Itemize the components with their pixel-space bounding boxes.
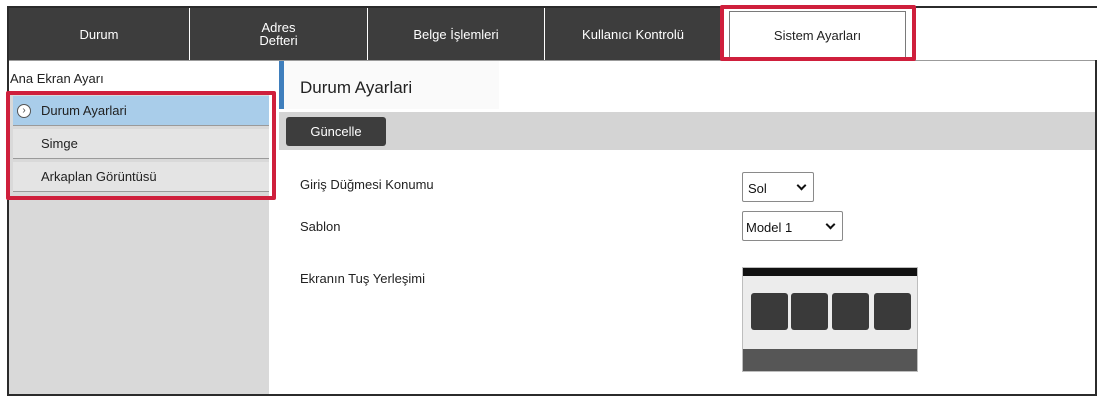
chevron-right-circle-icon: › xyxy=(17,103,31,118)
update-button[interactable]: Güncelle xyxy=(286,117,386,146)
field-label-key-layout: Ekranın Tuş Yerleşimi xyxy=(300,271,426,286)
tab-label: Belge İşlemleri xyxy=(413,26,499,42)
field-label-template: Sablon xyxy=(300,219,341,234)
tab-label: Kullanıcı Kontrolü xyxy=(582,26,684,42)
key-layout-preview xyxy=(742,267,918,372)
preview-key xyxy=(751,293,788,330)
tab-label: Durum xyxy=(79,26,119,42)
tab-belge-islemleri[interactable]: Belge İşlemleri xyxy=(368,8,545,60)
preview-bottom-bar xyxy=(743,349,917,371)
sidebar-heading: Ana Ekran Ayarı xyxy=(9,61,269,91)
page-title: Durum Ayarlari xyxy=(300,78,413,97)
page-title-strip: Durum Ayarlari xyxy=(279,61,499,109)
sidebar-item-arkaplan[interactable]: Arkaplan Görüntüsü xyxy=(13,162,269,192)
sidebar-item-durum-ayarlari[interactable]: › Durum Ayarlari xyxy=(13,96,269,126)
sidebar-item-label: Arkaplan Görüntüsü xyxy=(41,169,157,184)
chevron-down-icon xyxy=(796,180,807,191)
chevron-down-icon xyxy=(825,219,836,230)
preview-key xyxy=(791,293,828,330)
sidebar-item-simge[interactable]: Simge xyxy=(13,129,269,159)
entry-position-select[interactable]: Sol xyxy=(742,172,814,202)
preview-key xyxy=(874,293,911,330)
preview-top-bar xyxy=(743,268,917,276)
sidebar-item-label: Durum Ayarlari xyxy=(41,103,127,118)
sidebar: Ana Ekran Ayarı › Durum Ayarlari Simge A… xyxy=(9,61,269,394)
tab-adres-defteri[interactable]: Adres Defteri xyxy=(190,8,368,60)
preview-key xyxy=(832,293,869,330)
sidebar-item-label: Simge xyxy=(41,136,78,151)
tab-label: Sistem Ayarları xyxy=(773,27,862,43)
tab-sistem-ayarlari[interactable]: Sistem Ayarları xyxy=(729,11,906,59)
tab-durum[interactable]: Durum xyxy=(9,8,190,60)
tab-bar: Durum Adres Defteri Belge İşlemleri Kull… xyxy=(9,8,1097,60)
select-value: Sol xyxy=(748,181,767,196)
toolbar: Güncelle xyxy=(279,112,1095,150)
tab-label-line2: Defteri xyxy=(259,33,298,48)
template-select[interactable]: Model 1 xyxy=(742,211,843,241)
main-panel: Durum Ayarlari Güncelle xyxy=(279,61,1095,394)
field-label-entry-button-position: Giriş Düğmesi Konumu xyxy=(300,177,434,192)
select-value: Model 1 xyxy=(746,220,793,235)
tab-kullanici-kontrolu[interactable]: Kullanıcı Kontrolü xyxy=(545,8,722,60)
